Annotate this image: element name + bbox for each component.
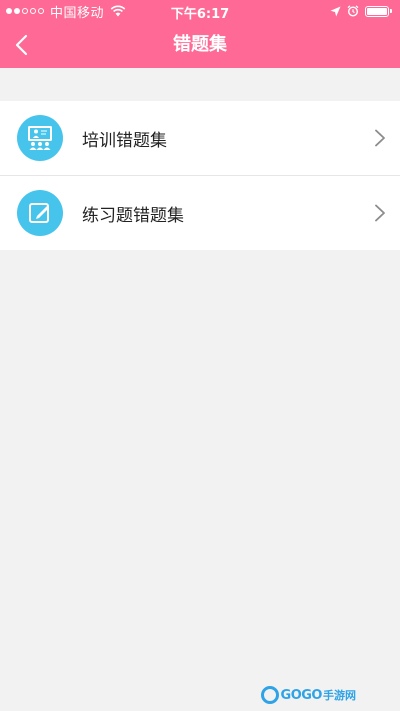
chevron-right-icon xyxy=(375,129,385,147)
list-item-label: 练习题错题集 xyxy=(82,205,184,226)
page-title: 错题集 xyxy=(173,34,227,55)
alarm-clock-icon xyxy=(347,5,359,17)
list-item-exercise-mistakes[interactable]: 练习题错题集 xyxy=(0,176,400,250)
chevron-left-icon xyxy=(15,34,28,56)
status-right xyxy=(324,4,392,18)
battery-tip xyxy=(390,9,392,13)
back-button[interactable] xyxy=(6,30,36,60)
watermark-brand-b: GO xyxy=(301,687,322,703)
watermark-brand-cn: 手游网 xyxy=(323,689,356,702)
list-item-training-mistakes[interactable]: 培训错题集 xyxy=(0,101,400,175)
watermark-brand-a: GO xyxy=(280,687,302,703)
status-bar: 中国移动 下午6:17 xyxy=(0,0,400,22)
battery-icon xyxy=(365,5,389,17)
list-item-label: 培训错题集 xyxy=(82,130,167,151)
location-arrow-icon xyxy=(330,6,341,16)
training-class-icon xyxy=(17,115,63,161)
pencil-edit-icon xyxy=(17,190,63,236)
watermark-logo: GO GO 手游网 xyxy=(260,686,356,704)
chevron-right-icon xyxy=(375,204,385,222)
mistake-collection-list: 培训错题集 练习题错题集 xyxy=(0,101,400,250)
navigation-bar: 错题集 xyxy=(0,22,400,68)
watermark-logo-icon xyxy=(260,686,279,704)
